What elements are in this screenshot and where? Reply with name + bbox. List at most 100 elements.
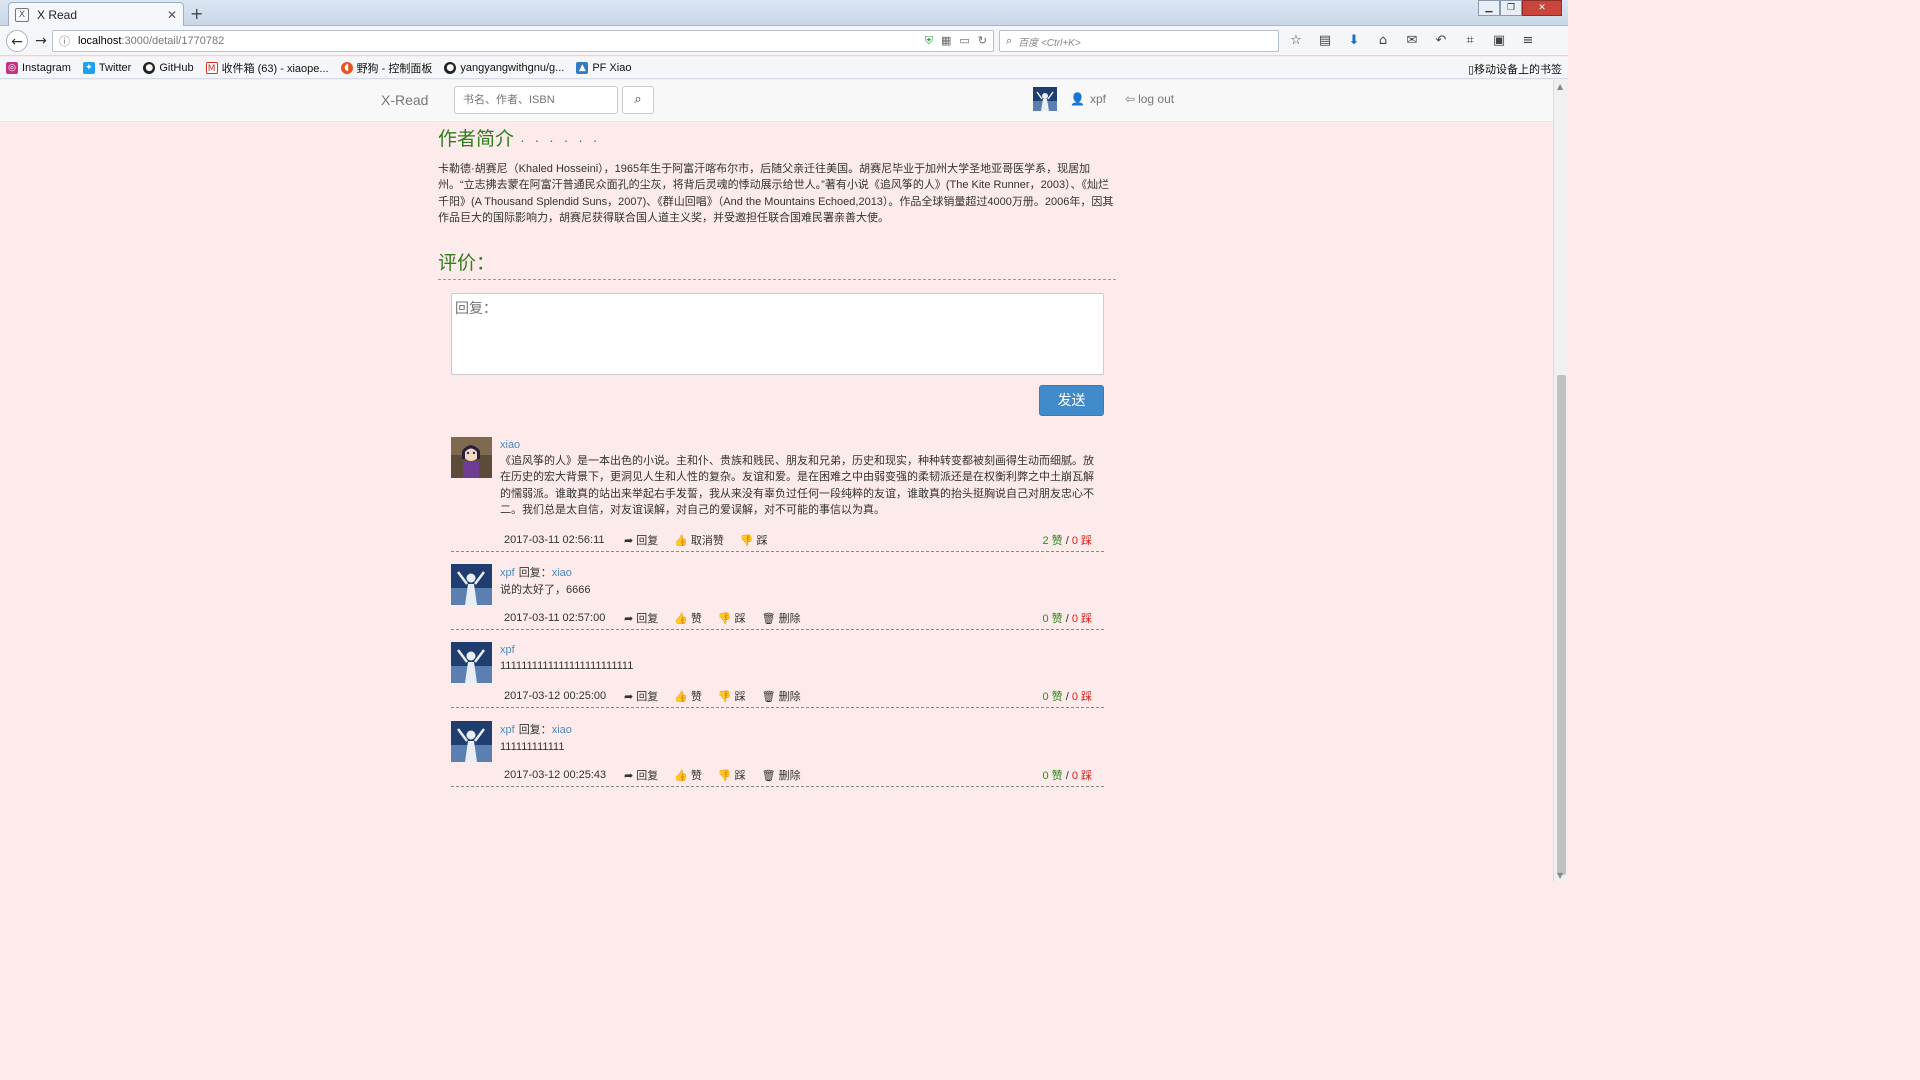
- author-heading: 作者简介 · · · · · ·: [438, 129, 601, 150]
- site-brand[interactable]: X-Read: [381, 92, 428, 108]
- bookmark-label: Instagram: [22, 61, 71, 74]
- search-button[interactable]: ⌕: [622, 86, 654, 114]
- comment-actions: 2017-03-12 00:25:00 ➦ 回复 👍 赞 👎 踩 🗑 删除: [504, 688, 817, 704]
- like-action[interactable]: 👍 取消赞: [674, 532, 724, 548]
- username: xpf: [1089, 92, 1106, 106]
- minimize-icon[interactable]: ▁: [1478, 0, 1500, 16]
- comment-username[interactable]: xpf: [500, 724, 515, 736]
- dislike-action[interactable]: 👎 踩: [718, 767, 746, 783]
- comment-text: 111111111111: [500, 741, 565, 753]
- dislike-count: 0 踩: [1071, 613, 1092, 625]
- thumbs-up-icon: 👍: [674, 689, 688, 703]
- commenter-avatar[interactable]: [451, 437, 492, 478]
- like-action[interactable]: 👍 赞: [674, 767, 702, 783]
- dislike-action[interactable]: 👎 踩: [740, 532, 768, 548]
- window-controls: ▁ ❐ ✕: [1478, 0, 1562, 16]
- reply-action[interactable]: ➦ 回复: [624, 610, 658, 626]
- reply-action[interactable]: ➦ 回复: [624, 688, 658, 704]
- bookmark-twitter[interactable]: ✦ Twitter: [82, 61, 131, 74]
- tab-close-icon[interactable]: ✕: [167, 8, 177, 22]
- delete-action[interactable]: 🗑 删除: [762, 610, 801, 626]
- reader-view-icon[interactable]: ▭: [959, 34, 969, 48]
- reply-to-username[interactable]: xiao: [552, 724, 572, 736]
- scroll-down-icon[interactable]: ▼: [1557, 871, 1563, 880]
- comment-text: 《追风筝的人》是一本出色的小说。主和仆、贵族和贱民、朋友和兄弟，历史和现实，种种…: [500, 455, 1094, 516]
- dislike-count: 0 踩: [1071, 770, 1092, 782]
- instagram-icon: ◎: [6, 61, 18, 74]
- search-icon: ⌕: [634, 92, 642, 107]
- window-close-icon[interactable]: ✕: [1522, 0, 1562, 16]
- reload-icon[interactable]: ↻: [978, 34, 987, 48]
- url-bar[interactable]: ⓘ localhost :3000/detail/1770782 ⛨ ▦ ▭ ↻: [52, 30, 994, 52]
- forward-icon[interactable]: →: [30, 30, 52, 52]
- bookmark-gmail[interactable]: M 收件箱 (63) - xiaope...: [205, 60, 329, 76]
- screenshot-icon[interactable]: ▣: [1489, 30, 1509, 52]
- delete-action[interactable]: 🗑 删除: [762, 688, 801, 704]
- download-icon[interactable]: ⬇: [1344, 30, 1364, 52]
- site-info-icon[interactable]: ⓘ: [59, 33, 70, 49]
- comment-item: xiao 《追风筝的人》是一本出色的小说。主和仆、贵族和贱民、朋友和兄弟，历史和…: [451, 437, 1104, 552]
- browser-toolbar: ← → ⓘ localhost :3000/detail/1770782 ⛨ ▦…: [0, 26, 1568, 56]
- comment-username[interactable]: xpf: [500, 567, 515, 579]
- undo-icon[interactable]: ↶: [1431, 30, 1451, 52]
- comment-username[interactable]: xiao: [500, 439, 520, 451]
- home-icon[interactable]: ⌂: [1373, 30, 1393, 52]
- comment-username[interactable]: xpf: [500, 644, 515, 656]
- commenter-avatar[interactable]: [451, 721, 492, 762]
- dislike-count: 0 踩: [1071, 691, 1092, 703]
- tab-title: X Read: [37, 7, 78, 22]
- thumbs-down-icon: 👎: [717, 689, 732, 703]
- author-bio: 卡勒德·胡赛尼（Khaled Hosseini），1965年生于阿富汗喀布尔市，…: [438, 163, 1114, 224]
- search-icon: ⌕: [1006, 34, 1013, 47]
- bookmark-pf-xiao[interactable]: ▲ PF Xiao: [576, 61, 631, 74]
- comment-item: xpf 回复：xiao 说的太好了，6666 2017-03-11 02:57:0…: [451, 564, 1104, 630]
- scrollbar-thumb[interactable]: [1557, 375, 1566, 875]
- crop-icon[interactable]: ⌗: [1460, 30, 1480, 52]
- bookmark-wilddog[interactable]: ◖ 野狗 - 控制面板: [340, 60, 433, 76]
- reply-action[interactable]: ➦ 回复: [624, 767, 658, 783]
- user-avatar[interactable]: [1033, 87, 1057, 111]
- shield-icon[interactable]: ⛨: [925, 34, 933, 48]
- back-icon[interactable]: ←: [6, 30, 28, 52]
- like-action[interactable]: 👍 赞: [674, 688, 702, 704]
- restore-icon[interactable]: ❐: [1500, 0, 1522, 16]
- toolbar-icons: ☆ ▤ ⬇ ⌂ ✉ ↶ ⌗ ▣ ≡: [1286, 30, 1538, 52]
- browser-tab[interactable]: X X Read ✕: [8, 2, 184, 26]
- logout-link[interactable]: ⇦ log out: [1125, 92, 1174, 106]
- url-path: :3000/detail/1770782: [121, 35, 225, 47]
- bookmark-github[interactable]: ● GitHub: [143, 61, 194, 74]
- browser-search-bar[interactable]: ⌕ 百度 <Ctrl+K>: [999, 30, 1279, 52]
- bookmark-github-repo[interactable]: ● yangyangwithgnu/g...: [444, 61, 564, 74]
- dislike-action[interactable]: 👎 踩: [718, 688, 746, 704]
- reply-to-label: 回复：xiao: [518, 567, 572, 579]
- browser-titlebar: X X Read ✕ + ▁ ❐ ✕: [0, 0, 1568, 26]
- reply-action[interactable]: ➦ 回复: [624, 532, 658, 548]
- menu-icon[interactable]: ≡: [1518, 30, 1538, 52]
- delete-action[interactable]: 🗑 删除: [762, 767, 801, 783]
- comment-vote-counts: 0 赞 / 0 踩: [1042, 613, 1092, 625]
- bookmark-label: 野狗 - 控制面板: [356, 62, 433, 75]
- author-more-dots: · · · · · ·: [520, 132, 601, 148]
- dislike-action[interactable]: 👎 踩: [718, 610, 746, 626]
- page-scrollbar[interactable]: ▲ ▼: [1553, 80, 1568, 882]
- commenter-avatar[interactable]: [451, 564, 492, 605]
- reply-to-username[interactable]: xiao: [552, 567, 572, 579]
- like-action[interactable]: 👍 赞: [674, 610, 702, 626]
- like-count: 2 赞: [1042, 535, 1063, 547]
- new-tab-icon[interactable]: +: [190, 4, 203, 23]
- reviews-heading: 评价：: [438, 253, 496, 274]
- commenter-avatar[interactable]: [451, 642, 492, 683]
- qr-code-icon[interactable]: ▦: [941, 34, 951, 48]
- reply-textarea[interactable]: [451, 293, 1104, 375]
- bookmarks-list-icon[interactable]: ▤: [1315, 30, 1335, 52]
- bookmark-star-icon[interactable]: ☆: [1286, 30, 1306, 52]
- send-button[interactable]: 发送: [1039, 385, 1104, 416]
- scroll-up-icon[interactable]: ▲: [1557, 82, 1563, 91]
- book-search-input[interactable]: [454, 86, 618, 114]
- user-menu-link[interactable]: 👤 xpf: [1070, 92, 1106, 106]
- bookmarks-bar: ◎ Instagram ✦ Twitter ● GitHub M 收件箱 (63…: [0, 57, 1568, 79]
- bookmark-instagram[interactable]: ◎ Instagram: [6, 61, 71, 74]
- chat-icon[interactable]: ✉: [1402, 30, 1422, 52]
- bookmark-label: GitHub: [159, 61, 194, 74]
- mobile-bookmarks[interactable]: ▯移动设备上的书签: [1468, 61, 1562, 77]
